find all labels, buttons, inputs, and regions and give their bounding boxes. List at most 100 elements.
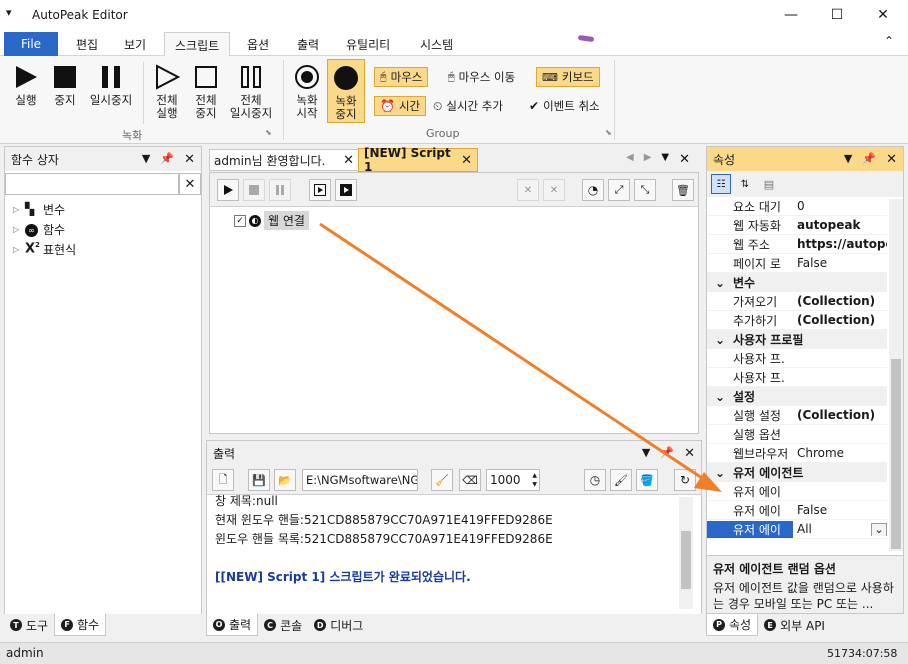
property-row[interactable]: 웹브라우저 Chrome	[707, 444, 887, 463]
property-value[interactable]: All ⌄	[793, 522, 887, 536]
menu-tab-output[interactable]: 출력	[287, 32, 329, 56]
record-start-button[interactable]: 녹화 시작	[289, 62, 325, 120]
output-scrollbar[interactable]	[679, 497, 693, 609]
delete-all-disabled-button[interactable]: ✕	[543, 179, 565, 201]
menu-tab-options[interactable]: 옵션	[237, 32, 279, 56]
expand-button[interactable]: ⤢	[608, 179, 630, 201]
line-count-stepper[interactable]: 1000 ▲ ▼	[486, 469, 540, 491]
dropdown-icon[interactable]: ▼	[844, 152, 852, 167]
property-row[interactable]: 유저 에이 False	[707, 501, 887, 520]
collapse-button[interactable]: ⤡	[634, 179, 656, 201]
record-stop-button[interactable]: 녹화 중지	[327, 59, 365, 123]
file-menu[interactable]: File	[4, 32, 58, 56]
pin-icon[interactable]: 📌	[160, 152, 174, 167]
property-row[interactable]: 요소 대기 0	[707, 197, 887, 216]
properties-scrollbar[interactable]	[889, 199, 903, 551]
pause-all-button[interactable]: 전체 일시중지	[226, 62, 276, 120]
maximize-button[interactable]: ☐	[814, 0, 860, 30]
property-row[interactable]: 웹 주소 https://autopeak	[707, 235, 887, 254]
tree-item-expressions[interactable]: ▷ X2 표현식	[13, 239, 201, 259]
dropdown-arrow-icon[interactable]: ⌄	[871, 523, 887, 536]
stop-tool-button[interactable]	[243, 179, 265, 201]
stop-button[interactable]: 중지	[48, 62, 82, 107]
stop-all-button[interactable]: 전체 중지	[188, 62, 224, 120]
property-value[interactable]: (Collection)	[793, 294, 887, 308]
pin-icon[interactable]: 📌	[660, 446, 674, 461]
property-category[interactable]: ⌄ 유저 에이전트	[707, 463, 887, 482]
property-row[interactable]: 추가하기 (Collection)	[707, 311, 887, 330]
close-panel-icon[interactable]: ✕	[684, 446, 695, 461]
clock-button[interactable]: ◷	[584, 469, 606, 491]
alphabetical-sort-icon[interactable]: ⇅	[735, 174, 755, 194]
time-chip[interactable]: ⏰ 시간	[374, 96, 427, 116]
brush-button[interactable]: 🖌	[610, 469, 632, 491]
tree-item-variables[interactable]: ▷ ▚ 변수	[13, 199, 201, 219]
property-row[interactable]: 웹 자동화 autopeak	[707, 216, 887, 235]
run-block-button[interactable]	[335, 179, 357, 201]
window-menu-icon[interactable]: ▾	[6, 6, 12, 19]
property-value[interactable]: Chrome	[793, 446, 887, 460]
timer-button[interactable]: ◔	[582, 179, 604, 201]
property-row[interactable]: 사용자 프.	[707, 368, 887, 387]
property-value[interactable]: False	[793, 503, 887, 517]
clear-search-button[interactable]: ✕	[179, 173, 201, 195]
step-run-button[interactable]	[309, 179, 331, 201]
delete-disabled-button[interactable]: ✕	[517, 179, 539, 201]
property-value[interactable]: (Collection)	[793, 408, 887, 422]
tab-functions[interactable]: F 함수	[54, 614, 107, 636]
pause-tool-button[interactable]	[269, 179, 291, 201]
property-category[interactable]: ⌄ 변수	[707, 273, 887, 292]
dialog-launcher-icon[interactable]: ⬊	[605, 128, 612, 137]
tab-output[interactable]: O 출력	[206, 614, 259, 636]
close-document-icon[interactable]: ✕	[679, 152, 690, 167]
open-folder-button[interactable]: 📂	[274, 469, 296, 491]
close-button[interactable]: ✕	[860, 0, 906, 30]
collapse-category-icon[interactable]: ⌄	[707, 466, 733, 480]
property-pages-icon[interactable]: ▤	[759, 174, 779, 194]
property-value[interactable]: https://autopeak	[793, 237, 887, 251]
tree-item-functions[interactable]: ▷ ∞ 함수	[13, 219, 201, 239]
tab-tools[interactable]: T 도구	[4, 614, 54, 636]
save-log-button[interactable]: 💾	[248, 469, 270, 491]
menu-tab-utility[interactable]: 유틸리티	[336, 32, 400, 56]
dialog-launcher-icon[interactable]: ⬊	[265, 128, 272, 137]
close-tab-icon[interactable]: ✕	[343, 153, 354, 168]
categorized-icon[interactable]: ☷	[711, 174, 731, 194]
minimize-button[interactable]: —	[768, 0, 814, 30]
function-search-input[interactable]	[5, 173, 179, 195]
property-value[interactable]: 0	[793, 199, 887, 213]
property-row[interactable]: 유저 에이	[707, 482, 887, 501]
expand-icon[interactable]: ▷	[13, 205, 25, 214]
collapse-ribbon-icon[interactable]: ⌃	[884, 34, 894, 48]
menu-tab-script[interactable]: 스크립트	[164, 32, 231, 57]
stepper-arrows-icon[interactable]: ▲ ▼	[532, 471, 539, 489]
tab-debug[interactable]: D 디버그	[308, 614, 369, 636]
tab-script-1[interactable]: [NEW] Script 1 ✕	[358, 146, 478, 174]
menu-tab-edit[interactable]: 편집	[66, 32, 108, 56]
property-category[interactable]: ⌄ 설정	[707, 387, 887, 406]
tab-console[interactable]: C 콘솔	[258, 614, 308, 636]
close-panel-icon[interactable]: ✕	[184, 152, 195, 167]
tab-list-icon[interactable]: ▼	[661, 152, 669, 167]
property-row[interactable]: 실행 설정 (Collection)	[707, 406, 887, 425]
menu-tab-view[interactable]: 보기	[114, 32, 156, 56]
collapse-category-icon[interactable]: ⌄	[707, 390, 733, 404]
script-node-web-connect[interactable]: ✓ ◐ 웹 연결	[234, 211, 309, 230]
property-row[interactable]: 유저 에이 All ⌄	[707, 520, 887, 539]
collapse-category-icon[interactable]: ⌄	[707, 276, 733, 290]
dropdown-icon[interactable]: ▼	[642, 446, 650, 461]
property-value[interactable]: False	[793, 256, 887, 270]
log-path-field[interactable]: E:\NGMsoftware\NG	[302, 469, 418, 491]
tab-external-api[interactable]: E 외부 API	[758, 614, 831, 636]
trash-button[interactable]: 🗑	[672, 179, 694, 201]
mouse-chip[interactable]: 🖰 마우스	[374, 67, 429, 87]
fill-button[interactable]: 🪣	[636, 469, 658, 491]
collapse-category-icon[interactable]: ⌄	[707, 333, 733, 347]
close-tab-icon[interactable]: ✕	[461, 153, 472, 168]
cancel-event-chip[interactable]: ✔ 이벤트 취소	[524, 96, 605, 116]
property-row[interactable]: 가져오기 (Collection)	[707, 292, 887, 311]
dropdown-icon[interactable]: ▼	[142, 152, 150, 167]
expand-icon[interactable]: ▷	[13, 225, 25, 234]
scroll-right-icon[interactable]: ▶	[644, 152, 652, 167]
scroll-thumb[interactable]	[891, 359, 901, 549]
